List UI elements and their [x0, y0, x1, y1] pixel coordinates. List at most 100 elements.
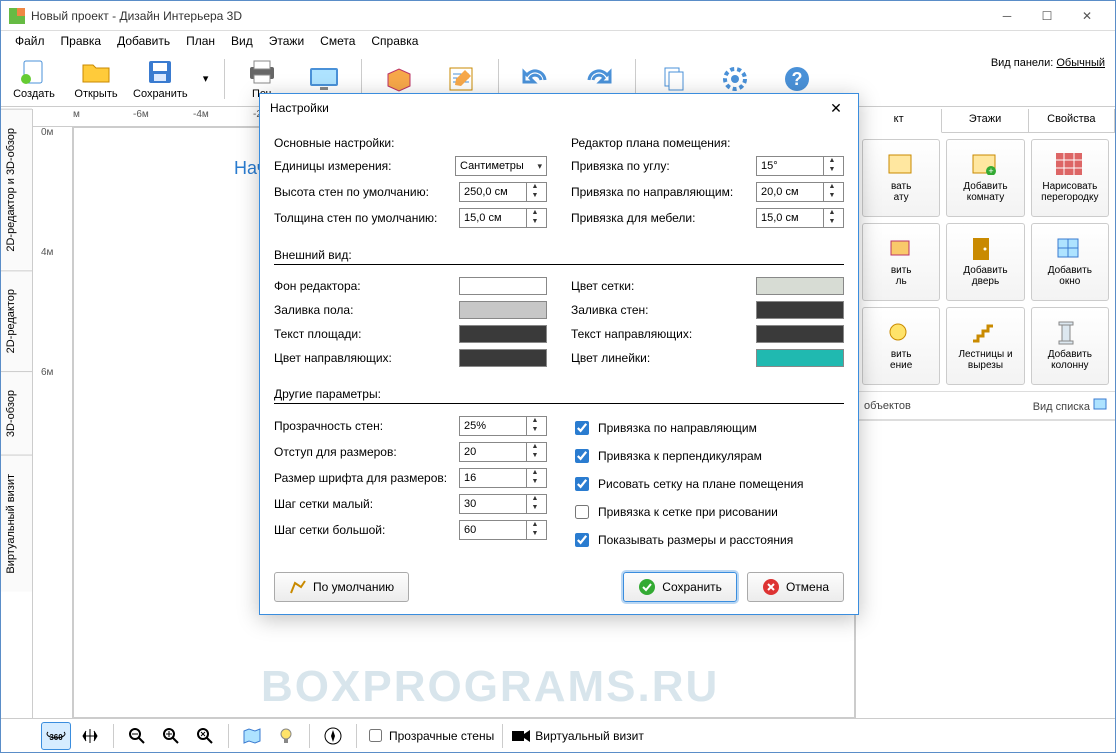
menu-add[interactable]: Добавить	[109, 32, 178, 50]
ruler-color-swatch[interactable]	[756, 349, 844, 367]
guide-color-swatch[interactable]	[459, 349, 547, 367]
toolbar-create[interactable]: Создать	[9, 58, 59, 100]
right-panel: кт Этажи Свойства ватьату +Добавитькомна…	[855, 109, 1115, 718]
rbtn-3[interactable]: витьль	[862, 223, 940, 301]
vertical-tabs: 2D-редактор и 3D-обзор 2D-редактор 3D-об…	[1, 109, 33, 718]
light-toggle-button[interactable]	[271, 722, 301, 750]
menu-estimate[interactable]: Смета	[312, 32, 363, 50]
cancel-button[interactable]: Отмена	[747, 572, 844, 602]
toolbar-undo[interactable]	[511, 65, 561, 93]
snap-angle-input[interactable]: ▲▼	[756, 156, 844, 176]
grid-big-input[interactable]: ▲▼	[459, 520, 547, 540]
dialog-close-button[interactable]: ✕	[824, 100, 848, 117]
rtab-project[interactable]: кт	[856, 109, 942, 133]
rbtn-0[interactable]: ватьату	[862, 139, 940, 217]
rtab-properties[interactable]: Свойства	[1029, 109, 1115, 132]
vtab-2d3d[interactable]: 2D-редактор и 3D-обзор	[1, 109, 32, 270]
maximize-button[interactable]: ☐	[1027, 2, 1067, 30]
toolbar-open[interactable]: Открыть	[71, 58, 121, 100]
app-window: Новый проект - Дизайн Интерьера 3D ─ ☐ ✕…	[0, 0, 1116, 753]
stairs-icon	[971, 321, 999, 345]
section-appearance: Внешний вид:	[274, 248, 844, 265]
bg-color-swatch[interactable]	[459, 277, 547, 295]
chk-draw-grid[interactable]: Рисовать сетку на плане помещения	[571, 474, 844, 494]
transparent-walls-checkbox[interactable]: Прозрачные стены	[365, 726, 494, 745]
toolbar-view3d[interactable]	[299, 65, 349, 93]
grid-small-input[interactable]: ▲▼	[459, 494, 547, 514]
ruler-vertical: 0м4м6м	[33, 127, 73, 718]
vtab-3d[interactable]: 3D-обзор	[1, 371, 32, 455]
vtab-virtual[interactable]: Виртуальный визит	[1, 455, 32, 592]
close-button[interactable]: ✕	[1067, 2, 1107, 30]
notepad-icon	[445, 65, 477, 93]
opacity-input[interactable]: ▲▼	[459, 416, 547, 436]
floor-color-swatch[interactable]	[459, 301, 547, 319]
menu-floors[interactable]: Этажи	[261, 32, 312, 50]
grid-color-swatch[interactable]	[756, 277, 844, 295]
rbtn-column[interactable]: Добавитьколонну	[1031, 307, 1109, 385]
rtab-floors[interactable]: Этажи	[942, 109, 1028, 132]
minimize-button[interactable]: ─	[987, 2, 1027, 30]
snap-guide-input[interactable]: ▲▼	[756, 182, 844, 202]
rbtn-6[interactable]: витьение	[862, 307, 940, 385]
gear-icon	[719, 65, 751, 93]
vtab-2d[interactable]: 2D-редактор	[1, 270, 32, 371]
toolbar-copy[interactable]	[648, 65, 698, 93]
menu-help[interactable]: Справка	[363, 32, 426, 50]
zoom-in-button[interactable]	[156, 722, 186, 750]
pan-button[interactable]	[75, 722, 105, 750]
area-text-swatch[interactable]	[459, 325, 547, 343]
add-room-icon: +	[971, 153, 999, 177]
printer-icon	[246, 58, 278, 86]
default-button[interactable]: По умолчанию	[274, 572, 409, 602]
units-combo[interactable]: Сантиметры▾	[455, 156, 547, 176]
objects-list[interactable]	[856, 420, 1115, 718]
rbtn-door[interactable]: Добавитьдверь	[946, 223, 1024, 301]
rbtn-add-room[interactable]: +Добавитькомнату	[946, 139, 1024, 217]
list-mode-link[interactable]: Вид списка	[1033, 398, 1107, 413]
furniture-icon	[887, 237, 915, 261]
objects-caption: объектов Вид списка	[856, 391, 1115, 420]
toolbar-box[interactable]	[374, 65, 424, 93]
toolbar-help[interactable]: ?	[772, 65, 822, 93]
guide-text-swatch[interactable]	[756, 325, 844, 343]
toolbar-redo[interactable]	[573, 65, 623, 93]
view-panel-link[interactable]: Обычный	[1056, 57, 1105, 69]
toolbar-settings[interactable]	[710, 65, 760, 93]
box-icon	[383, 65, 415, 93]
rbtn-wall[interactable]: Нарисоватьперегородку	[1031, 139, 1109, 217]
compass-button[interactable]	[318, 722, 348, 750]
offset-input[interactable]: ▲▼	[459, 442, 547, 462]
wall-thickness-input[interactable]: ▲▼	[459, 208, 547, 228]
new-file-icon	[18, 58, 50, 86]
virtual-visit-button[interactable]: Виртуальный визит	[511, 729, 644, 743]
map-button[interactable]	[237, 722, 267, 750]
zoom-out-button[interactable]	[122, 722, 152, 750]
chk-show-dims[interactable]: Показывать размеры и расстояния	[571, 530, 844, 550]
redo-icon	[582, 65, 614, 93]
wall-fill-swatch[interactable]	[756, 301, 844, 319]
snap-furniture-input[interactable]: ▲▼	[756, 208, 844, 228]
dialog-title: Настройки	[270, 101, 824, 115]
save-button[interactable]: Сохранить	[623, 572, 737, 602]
fontsize-input[interactable]: ▲▼	[459, 468, 547, 488]
chk-snap-perp[interactable]: Привязка к перпендикулярам	[571, 446, 844, 466]
chk-snap-guides[interactable]: Привязка по направляющим	[571, 418, 844, 438]
toolbar-dropdown[interactable]: ▾	[200, 72, 212, 85]
menu-edit[interactable]: Правка	[53, 32, 110, 50]
chk-snap-grid[interactable]: Привязка к сетке при рисовании	[571, 502, 844, 522]
add-buttons-grid: ватьату +Добавитькомнату Нарисоватьперег…	[856, 133, 1115, 391]
section-editor: Редактор плана помещения:	[571, 136, 844, 150]
rbtn-window[interactable]: Добавитьокно	[1031, 223, 1109, 301]
folder-open-icon	[80, 58, 112, 86]
toolbar-notes[interactable]	[436, 65, 486, 93]
view-panel: Вид панели: Обычный	[991, 57, 1105, 69]
menu-view[interactable]: Вид	[223, 32, 261, 50]
menu-plan[interactable]: План	[178, 32, 223, 50]
zoom-fit-button[interactable]	[190, 722, 220, 750]
view-360-button[interactable]: 360	[41, 722, 71, 750]
toolbar-save[interactable]: Сохранить	[133, 58, 188, 100]
wall-height-input[interactable]: ▲▼	[459, 182, 547, 202]
rbtn-stairs[interactable]: Лестницы ивырезы	[946, 307, 1024, 385]
menu-file[interactable]: Файл	[7, 32, 53, 50]
